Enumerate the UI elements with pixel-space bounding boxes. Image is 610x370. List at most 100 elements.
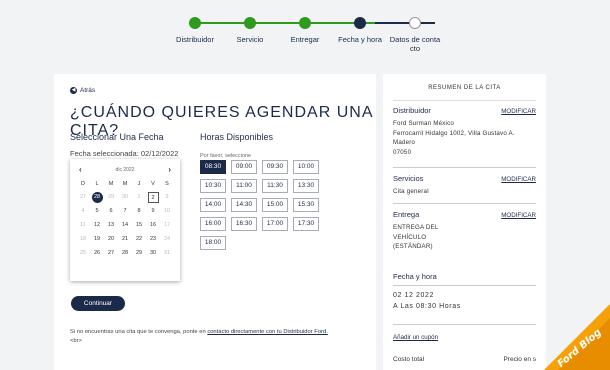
modify-entrega-link[interactable]: MODIFICAR (501, 212, 536, 219)
summary-line: Ford Surman México (393, 120, 455, 127)
calendar-day: 31 (163, 250, 171, 256)
hour-slot[interactable]: 11:00 (231, 179, 257, 193)
weekday-label: S (165, 181, 169, 187)
calendar-day[interactable]: 16 (146, 220, 160, 231)
calendar-day[interactable]: 30 (146, 248, 160, 259)
step-dot (299, 17, 311, 29)
calendar-day: 18 (79, 236, 87, 242)
divider (393, 203, 536, 204)
hour-slot[interactable]: 16:00 (200, 217, 226, 231)
modify-distribuidor-link[interactable]: MODIFICAR (501, 108, 536, 115)
chevron-left-icon[interactable]: ‹ (79, 165, 82, 174)
calendar-month: dic 2022 (115, 166, 135, 173)
calendar-day[interactable]: 23 (146, 234, 160, 245)
calendar-day: 24 (163, 236, 171, 242)
modify-servicios-link[interactable]: MODIFICAR (501, 176, 536, 183)
calendar-day[interactable]: 2 (147, 192, 159, 203)
calendar-day[interactable]: 29 (132, 248, 146, 259)
calendar-day[interactable]: 28 (118, 248, 132, 259)
calendar-day[interactable]: 13 (104, 220, 118, 231)
hour-slot[interactable]: 09:30 (262, 160, 288, 174)
weekday-label: J (137, 181, 141, 187)
calendar-day[interactable]: 28 (91, 192, 103, 203)
hours-hint: Por favor, seleccione (200, 153, 252, 159)
hour-slot[interactable]: 14:00 (200, 198, 226, 212)
hours-heading: Horas Disponibles (200, 132, 274, 142)
hour-slot[interactable]: 13:30 (293, 179, 319, 193)
hour-slot[interactable]: 11:30 (262, 179, 288, 193)
hour-slot[interactable]: 18:00 (200, 236, 226, 250)
hour-slot[interactable]: 17:00 (262, 217, 288, 231)
summary-fecha: Fecha y hora (393, 272, 536, 281)
calendar-day[interactable]: 5 (90, 206, 104, 217)
calendar-day[interactable]: 12 (90, 220, 104, 231)
step-label: Datos de conta cto (389, 35, 441, 53)
fecha-title: Fecha y hora (393, 272, 437, 281)
hour-slot[interactable]: 08:30 (200, 160, 226, 174)
servicios-title: Servicios (393, 174, 424, 183)
step-3: Entregar (275, 14, 335, 44)
ford-blog-badge: Ford Blog (544, 304, 610, 370)
hour-slot[interactable]: 09:00 (231, 160, 257, 174)
calendar-day[interactable]: 14 (118, 220, 132, 231)
selected-date: Fecha seleccionada: 02/12/2022 (70, 149, 179, 158)
calendar-day[interactable]: 6 (104, 206, 118, 217)
summary-line: ENTREGA DEL (393, 224, 439, 231)
back-link[interactable]: ◀ Atrás (70, 87, 95, 94)
back-arrow-icon: ◀ (70, 87, 77, 94)
calendar-day: 3 (165, 194, 169, 200)
calendar-day[interactable]: 20 (104, 234, 118, 245)
fecha-value: 02 12 2022 A Las 08:30 Horas (393, 290, 536, 312)
summary-line: Madero (393, 139, 416, 146)
calendar-day: 29 (107, 194, 115, 200)
distribuidor-value: Ford Surman México Ferrocarril Hidalgo 10… (393, 119, 536, 157)
chevron-right-icon[interactable]: › (168, 165, 171, 174)
calendar-day: 10 (163, 208, 171, 214)
summary-line: Ferrocarril Hidalgo 1002, Villa Gustavo … (393, 129, 515, 137)
step-label: Servicio (236, 35, 264, 44)
help-note: Si no encuentras una cita que te conveng… (70, 328, 370, 346)
hour-slot[interactable]: 17:30 (293, 217, 319, 231)
step-dot (409, 17, 421, 29)
hour-slot[interactable]: 10:00 (293, 160, 319, 174)
summary-line: 07050 (393, 148, 412, 156)
price-label: Precio en s (503, 356, 536, 363)
summary-line: 02 12 2022 (393, 292, 435, 299)
step-label: Fecha y hora (338, 35, 382, 44)
calendar-day[interactable]: 7 (118, 206, 132, 217)
progress-stepper: Distribuidor Servicio Entregar Fecha y hora… (165, 14, 455, 59)
step-2: Servicio (220, 14, 280, 44)
continue-button[interactable]: Continuar (71, 296, 125, 311)
weekday-label: D (81, 181, 85, 187)
calendar-day[interactable]: 19 (90, 234, 104, 245)
step-dot (354, 17, 366, 29)
calendar-day[interactable]: 26 (90, 248, 104, 259)
weekday-label: M (108, 181, 114, 187)
summary-line: A Las 08:30 Horas (393, 303, 461, 310)
calendar: ‹ dic 2022 › D L M M J V S 27 28 29 30 1 2 3 4 5 6 7 8 9 10 1… (70, 159, 180, 281)
hour-slot[interactable]: 14:30 (231, 198, 257, 212)
weekday-label: L (95, 181, 99, 187)
hour-slot[interactable]: 15:30 (293, 198, 319, 212)
contact-dealer-link[interactable]: contacto directamente con tu Distribuido… (207, 329, 328, 335)
hour-slot[interactable]: 10:30 (200, 179, 226, 193)
calendar-day[interactable]: 9 (146, 206, 160, 217)
note-tail: <br> (70, 338, 82, 344)
calendar-day[interactable]: 22 (132, 234, 146, 245)
calendar-day[interactable]: 15 (132, 220, 146, 231)
main-card: ◀ Atrás ¿CUÁNDO QUIERES AGENDAR UNA CITA… (54, 74, 376, 370)
summary-line: VEHÍCULO (393, 233, 427, 241)
divider (393, 324, 536, 325)
weekday-label: M (122, 181, 128, 187)
hour-slot[interactable]: 16:30 (231, 217, 257, 231)
hour-slot[interactable]: 15:00 (262, 198, 288, 212)
summary-line: (ESTÁNDAR) (393, 243, 433, 250)
calendar-day[interactable]: 21 (118, 234, 132, 245)
cost-row: Costo total Precio en s (393, 356, 536, 363)
calendar-day[interactable]: 8 (132, 206, 146, 217)
fecha-block: 02 12 2022 A Las 08:30 Horas (393, 286, 536, 312)
calendar-day[interactable]: 27 (104, 248, 118, 259)
add-coupon-link[interactable]: Añadir un cupón (393, 334, 438, 341)
summary-servicios: Servicios MODIFICAR Cita general (393, 174, 536, 197)
calendar-grid: D L M M J V S 27 28 29 30 1 2 3 4 5 6 7 8 9 10 11 12 13 14 15 16 17… (70, 179, 180, 259)
